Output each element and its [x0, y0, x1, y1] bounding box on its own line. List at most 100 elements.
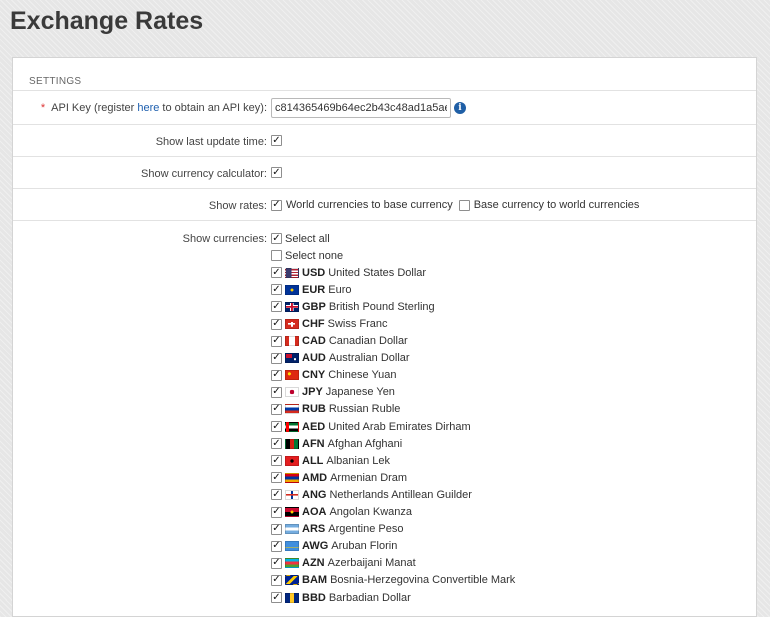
currency-checkbox[interactable]: ✓ — [271, 386, 282, 398]
currency-item-aud[interactable]: ✓ AUD Australian Dollar — [271, 350, 515, 367]
api-key-input[interactable] — [271, 98, 451, 118]
currency-item-rub[interactable]: ✓ RUB Russian Ruble — [271, 401, 515, 418]
currency-code: JPY — [302, 386, 323, 399]
eu-flag-icon — [285, 284, 299, 295]
register-link[interactable]: here — [137, 102, 159, 114]
currency-name: Russian Ruble — [328, 403, 401, 416]
currency-code: AOA — [302, 506, 327, 519]
currency-code: AUD — [302, 352, 326, 365]
currency-item-afn[interactable]: ✓ AFN Afghan Afghani — [271, 435, 515, 452]
ae-flag-icon — [285, 421, 299, 432]
currency-code: AFN — [302, 437, 325, 450]
currency-item-amd[interactable]: ✓ AMD Armenian Dram — [271, 469, 515, 486]
currency-name: Japanese Yen — [325, 386, 395, 399]
show-last-update-checkbox[interactable]: ✓ — [271, 135, 282, 146]
currency-checkbox[interactable]: ✓ — [271, 489, 282, 501]
currency-name: Albanian Lek — [326, 454, 390, 467]
currency-checkbox[interactable]: ✓ — [271, 540, 282, 552]
rates-world-to-base-checkbox[interactable]: ✓ — [271, 199, 282, 211]
al-flag-icon — [285, 455, 299, 466]
currency-checkbox[interactable]: ✓ — [271, 267, 282, 279]
currency-item-gbp[interactable]: ✓ GBP British Pound Sterling — [271, 298, 515, 315]
show-last-update-label: Show last update time: — [155, 136, 267, 148]
currency-checkbox[interactable]: ✓ — [271, 352, 282, 364]
api-key-row: * API Key (register here to obtain an API… — [13, 91, 756, 125]
currency-checkbox[interactable]: ✓ — [271, 523, 282, 535]
currency-checkbox[interactable]: ✓ — [271, 472, 282, 484]
rates-base-to-world-option[interactable]: Base currency to world currencies — [458, 199, 639, 211]
currency-checkbox[interactable]: ✓ — [271, 421, 282, 433]
gb-flag-icon — [285, 301, 299, 312]
aw-flag-icon — [285, 541, 299, 552]
currency-checkbox[interactable]: ✓ — [271, 438, 282, 450]
currency-item-aed[interactable]: ✓ AED United Arab Emirates Dirham — [271, 418, 515, 435]
show-calculator-row: Show currency calculator: ✓ — [13, 157, 756, 189]
api-key-label: * API Key (register here to obtain an API… — [40, 102, 267, 114]
am-flag-icon — [285, 472, 299, 483]
currency-item-ars[interactable]: ✓ ARS Argentine Peso — [271, 521, 515, 538]
currency-code: ANG — [302, 488, 327, 501]
currency-checkbox[interactable]: ✓ — [271, 335, 282, 347]
select-none-checkbox[interactable] — [271, 250, 282, 262]
currency-checkbox[interactable]: ✓ — [271, 592, 282, 604]
currency-item-jpy[interactable]: ✓ JPY Japanese Yen — [271, 384, 515, 401]
show-currencies-label: Show currencies: — [182, 233, 267, 245]
currency-item-ang[interactable]: ✓ ANG Netherlands Antillean Guilder — [271, 486, 515, 503]
info-icon[interactable]: i — [454, 102, 466, 114]
currency-name: Canadian Dollar — [328, 335, 408, 348]
currency-name: United Arab Emirates Dirham — [328, 420, 471, 433]
currency-checkbox[interactable]: ✓ — [271, 403, 282, 415]
rates-world-to-base-option[interactable]: ✓ World currencies to base currency — [271, 199, 453, 211]
currency-code: RUB — [302, 403, 326, 416]
ar-flag-icon — [285, 524, 299, 535]
currency-code: AZN — [302, 557, 325, 570]
currency-item-cad[interactable]: ✓ CAD Canadian Dollar — [271, 333, 515, 350]
bb-flag-icon — [285, 592, 299, 603]
select-all-checkbox[interactable]: ✓ — [271, 233, 282, 245]
currency-name: Angolan Kwanza — [329, 506, 413, 519]
ao-flag-icon — [285, 507, 299, 518]
currency-item-cny[interactable]: ✓ CNY Chinese Yuan — [271, 367, 515, 384]
currency-code: CHF — [302, 318, 325, 331]
currency-name: Aruban Florin — [331, 540, 398, 553]
currency-code: GBP — [302, 300, 326, 313]
select-all-option[interactable]: ✓ Select all — [271, 230, 515, 247]
au-flag-icon — [285, 353, 299, 364]
currency-checkbox[interactable]: ✓ — [271, 301, 282, 313]
currency-checkbox[interactable]: ✓ — [271, 455, 282, 467]
currency-name: Argentine Peso — [328, 523, 404, 536]
required-mark: * — [40, 102, 46, 114]
currency-code: ARS — [302, 523, 326, 536]
currency-item-usd[interactable]: ✓ USD United States Dollar — [271, 264, 515, 281]
currency-code: BBD — [302, 591, 326, 604]
currency-checkbox[interactable]: ✓ — [271, 284, 282, 296]
currency-item-bbd[interactable]: ✓ BBD Barbadian Dollar — [271, 589, 515, 606]
currency-code: ALL — [302, 454, 324, 467]
currency-list: ✓ Select all Select none ✓ USD United Stat… — [271, 221, 515, 606]
show-calculator-checkbox[interactable]: ✓ — [271, 167, 282, 178]
currency-item-eur[interactable]: ✓ EUR Euro — [271, 281, 515, 298]
page-title: Exchange Rates — [10, 7, 204, 35]
currency-item-bam[interactable]: ✓ BAM Bosnia-Herzegovina Convertible Mark — [271, 572, 515, 589]
currency-code: AMD — [302, 471, 328, 484]
currency-checkbox[interactable]: ✓ — [271, 574, 282, 586]
currency-name: British Pound Sterling — [328, 300, 435, 313]
rates-base-to-world-checkbox[interactable] — [458, 199, 470, 211]
show-rates-row: Show rates: ✓ World currencies to base c… — [13, 189, 756, 221]
currency-item-all[interactable]: ✓ ALL Albanian Lek — [271, 452, 515, 469]
currency-checkbox[interactable]: ✓ — [271, 506, 282, 518]
currency-code: AED — [302, 420, 326, 433]
currency-name: Euro — [328, 283, 352, 296]
currency-checkbox[interactable]: ✓ — [271, 318, 282, 330]
currency-item-azn[interactable]: ✓ AZN Azerbaijani Manat — [271, 555, 515, 572]
currency-name: United States Dollar — [328, 266, 427, 279]
currency-checkbox[interactable]: ✓ — [271, 557, 282, 569]
currency-item-chf[interactable]: ✓ CHF Swiss Franc — [271, 315, 515, 332]
currency-checkbox[interactable]: ✓ — [271, 369, 282, 381]
currency-name: Azerbaijani Manat — [327, 557, 416, 570]
currency-name: Swiss Franc — [327, 318, 388, 331]
currency-item-awg[interactable]: ✓ AWG Aruban Florin — [271, 538, 515, 555]
select-none-option[interactable]: Select none — [271, 247, 515, 264]
ch-flag-icon — [285, 319, 299, 330]
currency-item-aoa[interactable]: ✓ AOA Angolan Kwanza — [271, 504, 515, 521]
